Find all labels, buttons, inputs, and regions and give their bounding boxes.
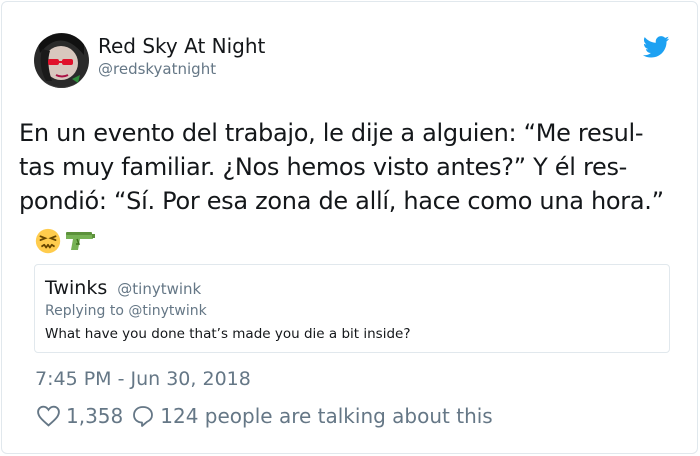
heart-icon[interactable] [36, 404, 61, 428]
tweet-text-line: tas muy familiar. ¿Nos hemos visto antes… [19, 153, 628, 181]
quoted-display-name: Twinks [45, 277, 108, 299]
tweet-text: En un evento del trabajo, le dije a algu… [19, 116, 691, 218]
tweet-card: Red Sky At Night @redskyatnight En un ev… [1, 1, 698, 454]
avatar[interactable] [34, 33, 89, 88]
quoted-tweet-text: What have you done that’s made you die a… [45, 326, 411, 342]
water-pistol-emoji-icon [66, 232, 95, 250]
like-count[interactable]: 1,358 [66, 404, 123, 428]
user-handle[interactable]: @redskyatnight [98, 60, 216, 78]
tweet-text-line: pondió: “Sí. Por esa zona de allí, hace … [19, 187, 664, 215]
quoted-handle: @tinytwink [117, 280, 202, 298]
engagement-bar: 1,358 124 people are talking about this [36, 402, 493, 430]
tweet-timestamp[interactable]: 7:45 PM - Jun 30, 2018 [35, 368, 251, 390]
quoted-tweet[interactable]: Twinks @tinytwink Replying to @tinytwink… [34, 264, 670, 353]
tweet-text-line: En un evento del trabajo, le dije a algu… [19, 119, 644, 147]
quoted-replying-to: Replying to @tinytwink [45, 303, 207, 319]
quoted-tweet-author[interactable]: Twinks @tinytwink [45, 277, 201, 299]
twitter-bird-icon[interactable] [643, 36, 670, 58]
confounded-face-emoji-icon [35, 228, 61, 254]
comment-bubble-icon[interactable] [131, 404, 155, 428]
display-name[interactable]: Red Sky At Night [98, 34, 265, 58]
talking-about-link[interactable]: 124 people are talking about this [160, 404, 492, 428]
